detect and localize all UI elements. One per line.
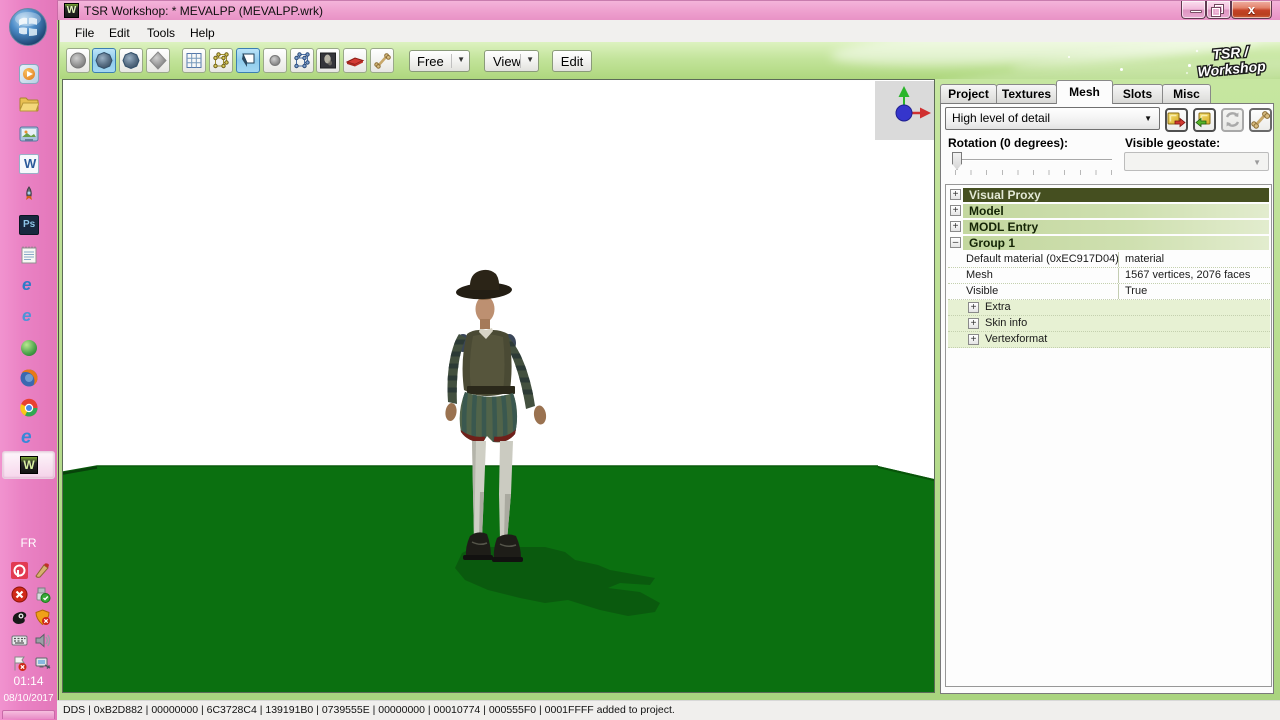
svg-text:Workshop: Workshop [1197, 58, 1267, 80]
